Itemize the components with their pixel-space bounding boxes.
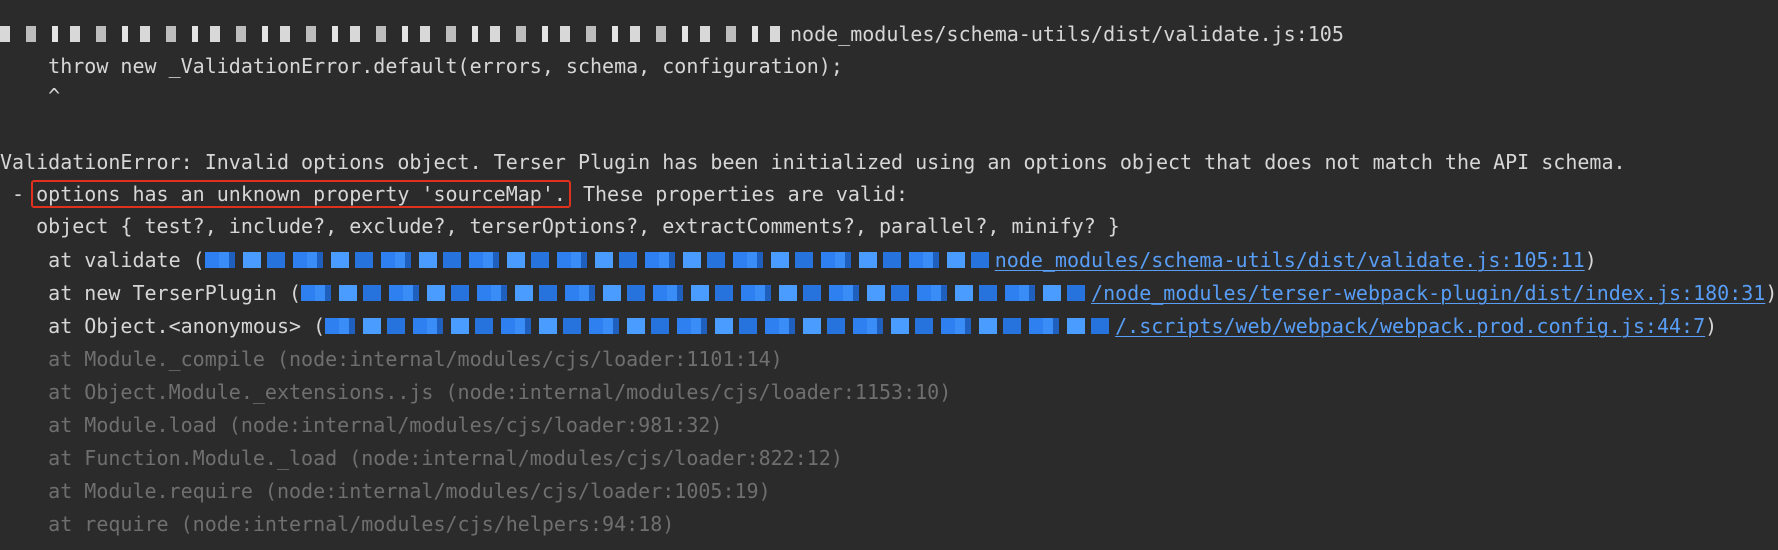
frame-prefix: at Object.<anonymous> ( [0, 314, 326, 338]
redacted-link[interactable] [204, 252, 995, 268]
stack-frame: at validate ( node_modules/schema-utils/d… [0, 244, 1597, 277]
redacted-link[interactable] [325, 318, 1116, 334]
internal-stack-frame: at require (node:internal/modules/cjs/he… [0, 512, 675, 536]
redacted-link[interactable] [301, 285, 1092, 301]
internal-stack-frame: at Module.load (node:internal/modules/cj… [0, 413, 723, 437]
highlighted-error: options has an unknown property 'sourceM… [31, 180, 571, 208]
internal-stack-frame: at Module._compile (node:internal/module… [0, 347, 783, 371]
internal-stack-frame: at Module.require (node:internal/modules… [0, 479, 771, 503]
error-header: ValidationError: Invalid options object.… [0, 150, 1626, 174]
frame-suffix: ) [1705, 314, 1718, 338]
schema-line: object { test?, include?, exclude?, ters… [0, 214, 1120, 238]
console-line-caret: ^ [0, 84, 61, 108]
console-output: node_modules/schema-utils/dist/validate.… [0, 0, 1778, 550]
internal-stack-frame: at Function.Module._load (node:internal/… [0, 446, 843, 470]
redacted-path [0, 26, 790, 42]
bullet-rest: These properties are valid: [570, 182, 909, 206]
error-bullet: - options has an unknown property 'sourc… [0, 178, 908, 211]
frame-prefix: at validate ( [0, 248, 205, 272]
internal-stack-frame: at Object.Module._extensions..js (node:i… [0, 380, 952, 404]
console-line-location: node_modules/schema-utils/dist/validate.… [0, 18, 1344, 51]
stack-frame-link[interactable]: /.scripts/web/webpack/webpack.prod.confi… [1115, 314, 1705, 338]
stack-frame-link[interactable]: /node_modules/terser-webpack-plugin/dist… [1091, 281, 1765, 305]
frame-suffix: ) [1584, 248, 1597, 272]
stack-frame: at Object.<anonymous> ( /.scripts/web/web… [0, 310, 1717, 343]
console-line-code: throw new _ValidationError.default(error… [0, 54, 843, 78]
frame-prefix: at new TerserPlugin ( [0, 281, 302, 305]
location-text: node_modules/schema-utils/dist/validate.… [790, 22, 1344, 46]
stack-frame: at new TerserPlugin ( /node_modules/terse… [0, 277, 1777, 310]
stack-frame-link[interactable]: node_modules/schema-utils/dist/validate.… [995, 248, 1585, 272]
frame-suffix: ) [1765, 281, 1778, 305]
